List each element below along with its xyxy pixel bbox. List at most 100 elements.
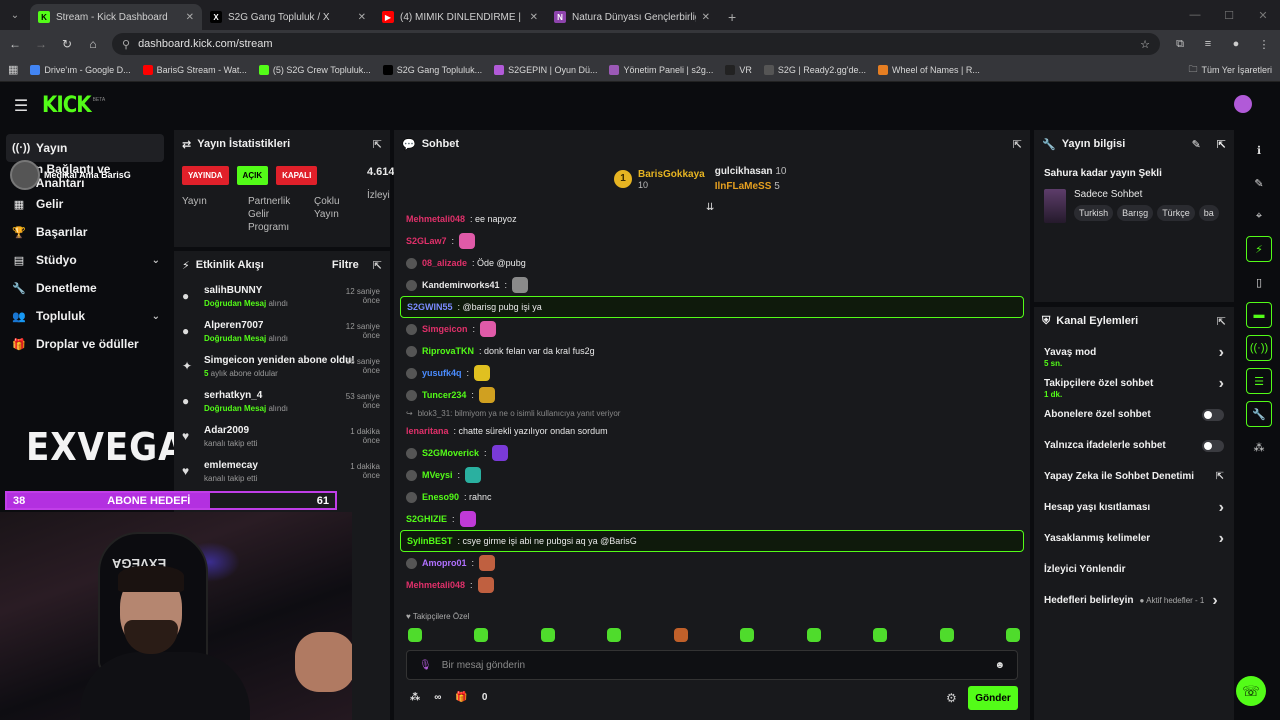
activity-name[interactable]: Alperen7007 [204, 320, 288, 331]
extensions-icon[interactable]: ⧉ [1172, 38, 1188, 51]
pen-icon[interactable]: ✎ [1246, 170, 1272, 196]
chat-message[interactable]: RiprovaTKN: donk felan var da kral fus2g [402, 340, 1022, 362]
chat-username[interactable]: Simgeicon [422, 324, 468, 334]
chat-username[interactable]: RiprovaTKN [422, 346, 474, 356]
emote-icon[interactable] [540, 628, 555, 642]
gift-icon[interactable]: 🎁 [455, 692, 467, 703]
chat-message[interactable]: Mehmetali048: [402, 574, 1022, 596]
bookmark-item[interactable]: S2G Gang Topluluk... [382, 64, 482, 75]
external-link-icon[interactable]: ⇱ [1216, 471, 1224, 482]
chat-username[interactable]: S2GMoverick [422, 448, 479, 458]
activity-name[interactable]: Adar2009 [204, 425, 257, 436]
gifter-name[interactable]: gulcikhasan [715, 166, 773, 177]
chat-message[interactable]: Simgeicon: [402, 318, 1022, 340]
users-icon[interactable]: ⁂ [1246, 434, 1272, 460]
tool-icon[interactable]: 🔧 [1246, 401, 1272, 427]
sidebar-item-5[interactable]: 🔧 Denetleme [0, 274, 172, 302]
chevron-right-icon[interactable]: › [1219, 530, 1224, 548]
chat-message[interactable]: S2GHIZIE: [402, 508, 1022, 530]
chat-username[interactable]: SylinBEST [407, 536, 453, 546]
channel-action-2[interactable]: Abonelere özel sohbet [1034, 399, 1234, 430]
gifter-name[interactable]: BarisGokkaya [638, 169, 705, 180]
chevron-right-icon[interactable]: › [1219, 344, 1224, 362]
toggle-switch[interactable] [1202, 439, 1224, 452]
apps-grid-icon[interactable]: ▦ [8, 63, 18, 76]
tag-pill[interactable]: Barışg [1117, 205, 1154, 221]
emote-icon[interactable] [1005, 628, 1020, 642]
site-info-icon[interactable]: ⚲ [122, 38, 130, 51]
list-icon[interactable]: ☰ [1246, 368, 1272, 394]
reading-list-icon[interactable]: ≡ [1200, 38, 1216, 50]
browser-tab[interactable]: K Stream - Kick Dashboard ✕ [30, 4, 202, 30]
sidebar-item-3[interactable]: 🏆 Başarılar [0, 218, 172, 246]
sidebar-item-4[interactable]: ▤ Stüdyo ⌄ [0, 246, 172, 274]
chat-message[interactable]: Kandemirworks41: [402, 274, 1022, 296]
back-icon[interactable]: ← [8, 37, 22, 51]
browser-tab[interactable]: ▶ (4) MİMİK DİNLENDİRME | Ma... ✕ [374, 4, 546, 30]
emote-icon[interactable] [873, 628, 888, 642]
emote-icon[interactable] [806, 628, 821, 642]
chat-message[interactable]: Mehmetali048: ee napyoz [402, 208, 1022, 230]
bookmark-item[interactable]: S2GEPIN | Oyun Dü... [494, 64, 597, 75]
chevron-right-icon[interactable]: › [1212, 592, 1217, 610]
channel-action-8[interactable]: Hedefleri belirleyin ● Aktif hedefler - 1… [1034, 585, 1234, 616]
chat-username[interactable]: MVeysi [422, 470, 453, 480]
chat-username[interactable]: lenaritana [406, 426, 449, 436]
browser-tab[interactable]: X S2G Gang Topluluk / X ✕ [202, 4, 374, 30]
all-bookmarks-button[interactable]: 🗀 Tüm Yer İşaretleri [1188, 62, 1272, 78]
bookmark-item[interactable]: Yönetim Paneli | s2g... [609, 64, 713, 75]
chat-username[interactable]: Mehmetali048 [406, 214, 465, 224]
chat-username[interactable]: Amopro01 [422, 558, 467, 568]
activity-name[interactable]: Simgeicon yeniden abone oldu! [204, 355, 355, 366]
new-tab-button[interactable]: + [718, 4, 746, 30]
channel-action-3[interactable]: Yalnızca ifadelerle sohbet [1034, 430, 1234, 461]
emote-icon[interactable] [474, 628, 489, 642]
sidebar-item-0[interactable]: ((·)) Yayın [6, 134, 164, 162]
chat-username[interactable]: Kandemirworks41 [422, 280, 500, 290]
bookmark-item[interactable]: (5) S2G Crew Topluluk... [258, 64, 371, 75]
chat-message[interactable]: Eneso90: rahnc [402, 486, 1022, 508]
tag-pill[interactable]: Türkçe [1157, 205, 1195, 221]
lightning-icon[interactable]: ⚡ [1246, 236, 1272, 262]
gifter-name[interactable]: IlnFLaMeSS [715, 181, 772, 192]
channel-action-0[interactable]: Yavaş mod 5 sn. › [1034, 337, 1234, 369]
sidebar-item-7[interactable]: 🎁 Droplar ve ödüller [0, 330, 172, 358]
chat-settings-icon[interactable]: ⚙ [946, 691, 957, 705]
chat-username[interactable]: S2GHIZIE [406, 514, 447, 524]
browser-tab[interactable]: N Natura Dünyası Gençlerbirliği ✕ [546, 4, 718, 30]
chat-message[interactable]: lenaritana: chatte sürekli yazılıyor ond… [402, 420, 1022, 442]
tag-pill[interactable]: ba [1198, 205, 1219, 221]
tab-search-icon[interactable]: ⌄ [0, 0, 30, 30]
channel-action-7[interactable]: İzleyici Yönlendir [1034, 554, 1234, 585]
bookmark-item[interactable]: VR [725, 64, 752, 75]
profile-avatar[interactable]: ● [1228, 38, 1244, 50]
focus-icon[interactable]: ⌖ [1246, 203, 1272, 229]
browser-menu-icon[interactable]: ⋮ [1256, 38, 1272, 51]
chat-icon[interactable]: ▬ [1246, 302, 1272, 328]
bookmark-item[interactable]: Drive'ım - Google D... [30, 64, 131, 75]
tab-close-icon[interactable]: ✕ [702, 12, 710, 23]
chat-username[interactable]: S2GLaw7 [406, 236, 447, 246]
channel-action-6[interactable]: Yasaklanmış kelimeler › [1034, 523, 1234, 554]
chat-message[interactable]: Amopro01: [402, 552, 1022, 574]
community-icon[interactable]: ⁂ [410, 692, 420, 703]
popout-icon[interactable]: ⇱ [1217, 138, 1226, 151]
chevron-right-icon[interactable]: › [1219, 375, 1224, 393]
chevron-down-icon[interactable]: ⌄ [152, 255, 160, 266]
chevron-down-icon[interactable]: ⌄ [152, 311, 160, 322]
send-button[interactable]: Gönder [968, 686, 1018, 710]
tab-close-icon[interactable]: ✕ [186, 12, 194, 23]
chat-message[interactable]: S2GMoverick: [402, 442, 1022, 464]
emote-icon[interactable] [607, 628, 622, 642]
bookmark-item[interactable]: BarisG Stream - Wat... [142, 64, 247, 75]
channel-action-1[interactable]: Takipçilere özel sohbet 1 dk. › [1034, 368, 1234, 400]
url-input[interactable]: ⚲ dashboard.kick.com/stream ☆ [112, 33, 1160, 55]
emoji-icon[interactable]: ☻ [994, 660, 1005, 671]
chat-message[interactable]: 08_alizade: Öde @pubg [402, 252, 1022, 274]
channel-action-4[interactable]: Yapay Zeka ile Sohbet Denetimi ⇱ [1034, 461, 1234, 492]
menu-hamburger-icon[interactable]: ☰ [0, 96, 42, 116]
maximize-icon[interactable]: ☐ [1212, 0, 1246, 30]
channel-action-5[interactable]: Hesap yaşı kısıtlaması › [1034, 492, 1234, 523]
filter-button[interactable]: Filtre [332, 259, 359, 271]
support-icon[interactable]: ☏ [1236, 676, 1266, 706]
